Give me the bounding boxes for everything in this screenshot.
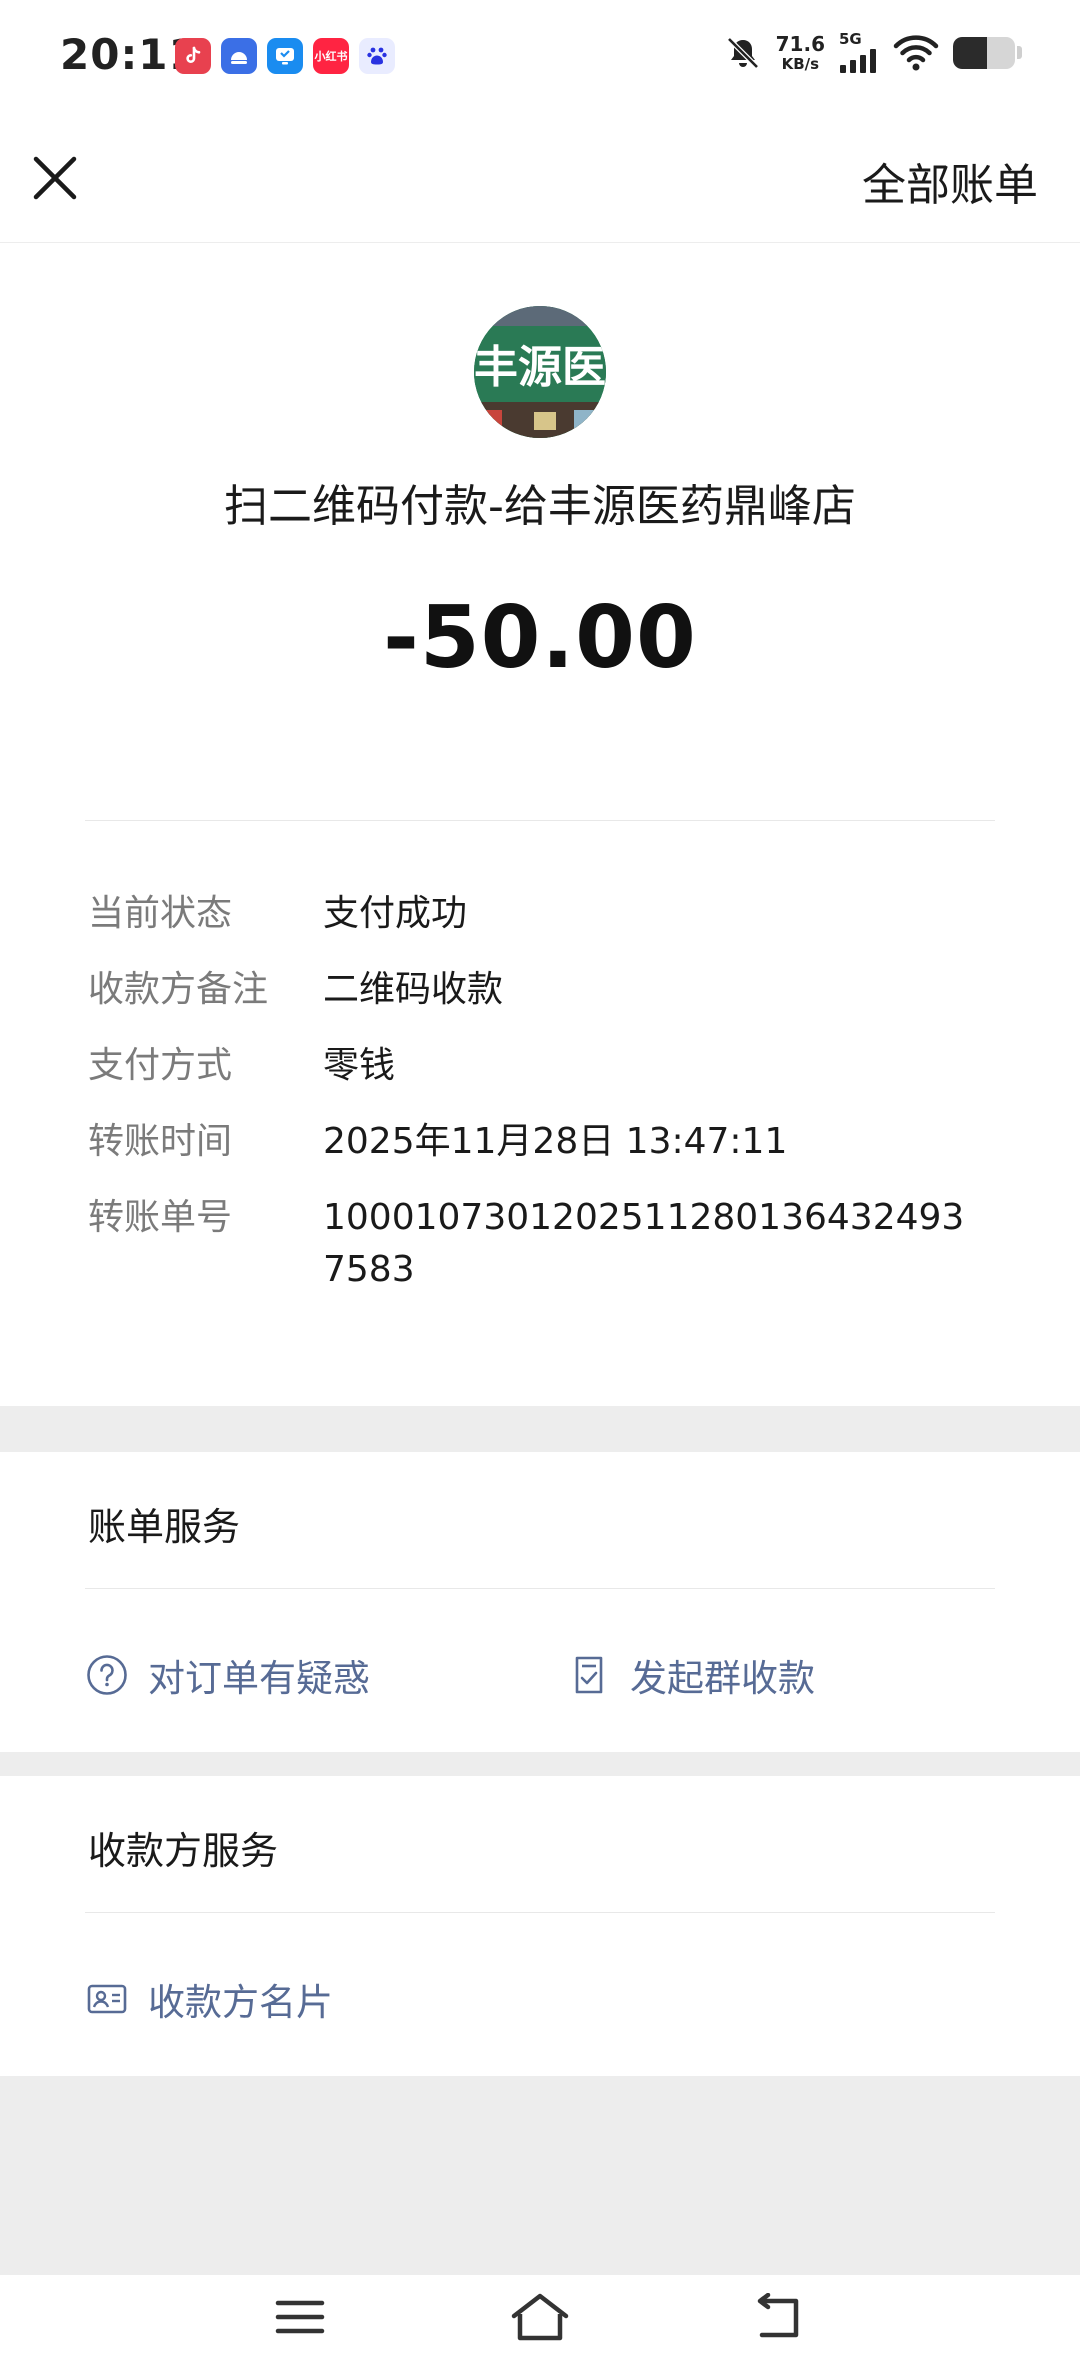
battery-icon xyxy=(953,36,1015,69)
detail-label: 支付方式 xyxy=(88,1045,233,1086)
section-separator xyxy=(0,1406,1080,1452)
question-circle-icon xyxy=(86,1654,128,1696)
group-collect-label: 发起群收款 xyxy=(630,1657,815,1700)
merchant-storefront-image: 丰源医 xyxy=(474,306,606,438)
mute-bell-icon xyxy=(726,36,759,69)
bill-service-title: 账单服务 xyxy=(88,1505,241,1549)
payment-amount: -50.00 xyxy=(383,588,697,688)
detail-row-payment-method: 支付方式 零钱 xyxy=(88,1040,1008,1092)
notification-app-icons: 小红书 xyxy=(175,38,395,74)
contact-card-icon xyxy=(86,1978,128,2020)
detail-value: 二维码收款 xyxy=(323,969,504,1010)
payee-card-button[interactable]: 收款方名片 xyxy=(86,1972,333,2026)
cellular-signal: 5G xyxy=(839,32,879,73)
home-icon xyxy=(511,2293,569,2341)
status-right-group: 71.6 KB/s 5G xyxy=(724,32,1022,73)
merchant-avatar[interactable]: 丰源医 xyxy=(474,306,606,438)
menu-nav-button[interactable] xyxy=(265,2287,335,2347)
network-speed-value: 71.6 xyxy=(775,31,825,56)
detail-row-transfer-time: 转账时间 2025年11月28日 13:47:11 xyxy=(88,1116,1008,1168)
network-speed-unit: KB/s xyxy=(781,54,820,73)
detail-value: 支付成功 xyxy=(323,893,468,934)
divider xyxy=(85,1912,995,1913)
detail-label: 转账时间 xyxy=(88,1121,233,1162)
network-type: 5G xyxy=(839,30,862,48)
detail-value: 零钱 xyxy=(323,1045,396,1086)
document-check-icon xyxy=(568,1654,610,1696)
payee-service-title: 收款方服务 xyxy=(88,1829,279,1873)
payee-card-label: 收款方名片 xyxy=(148,1981,333,2024)
system-navigation-bar xyxy=(0,2275,1080,2360)
avatar-sign-text: 丰源医 xyxy=(474,342,606,393)
wifi-icon xyxy=(893,34,939,70)
close-icon xyxy=(33,156,77,200)
app-icon-3 xyxy=(267,38,303,74)
top-nav-bar: 全部账单 xyxy=(0,115,1080,243)
merchant-title: 扫二维码付款-给丰源医药鼎峰店 xyxy=(224,481,856,532)
back-nav-button[interactable] xyxy=(745,2287,815,2347)
battery-level-fill xyxy=(953,36,988,69)
detail-row-status: 当前状态 支付成功 xyxy=(88,888,1008,940)
baidu-icon xyxy=(359,38,395,74)
douyin-icon xyxy=(175,38,211,74)
menu-icon xyxy=(275,2300,325,2334)
app-icon-2 xyxy=(221,38,257,74)
signal-bars-icon xyxy=(840,49,876,73)
detail-value: 2025年11月28日 13:47:11 xyxy=(323,1121,788,1162)
divider xyxy=(85,820,995,821)
detail-value[interactable]: 10001073012025112801364324937583 xyxy=(323,1192,983,1296)
detail-label: 转账单号 xyxy=(88,1197,233,1238)
transaction-details: 当前状态 支付成功 收款方备注 二维码收款 支付方式 零钱 转账时间 2025年… xyxy=(88,888,1008,1320)
order-question-button[interactable]: 对订单有疑惑 xyxy=(86,1648,370,1702)
page-bottom-area xyxy=(0,2076,1080,2275)
battery-tip xyxy=(1017,46,1022,59)
detail-row-transfer-number: 转账单号 10001073012025112801364324937583 xyxy=(88,1192,1008,1296)
all-bills-link[interactable]: 全部账单 xyxy=(862,149,1038,213)
group-collect-button[interactable]: 发起群收款 xyxy=(568,1648,815,1702)
status-bar: 20:11 小红书 71.6 KB/s 5G xyxy=(0,0,1080,110)
section-separator xyxy=(0,1752,1080,1776)
home-nav-button[interactable] xyxy=(505,2287,575,2347)
back-icon xyxy=(757,2293,799,2338)
order-question-label: 对订单有疑惑 xyxy=(148,1657,370,1700)
bill-detail-page: 20:11 小红书 71.6 KB/s 5G 全部账单 丰源医 扫二维码付款-给… xyxy=(0,0,1080,2360)
close-button[interactable] xyxy=(26,149,84,207)
network-speed: 71.6 KB/s xyxy=(776,34,825,72)
detail-label: 收款方备注 xyxy=(88,969,269,1010)
divider xyxy=(85,1588,995,1589)
xiaohongshu-icon: 小红书 xyxy=(313,38,349,74)
detail-row-payee-note: 收款方备注 二维码收款 xyxy=(88,964,1008,1016)
detail-label: 当前状态 xyxy=(88,893,233,934)
